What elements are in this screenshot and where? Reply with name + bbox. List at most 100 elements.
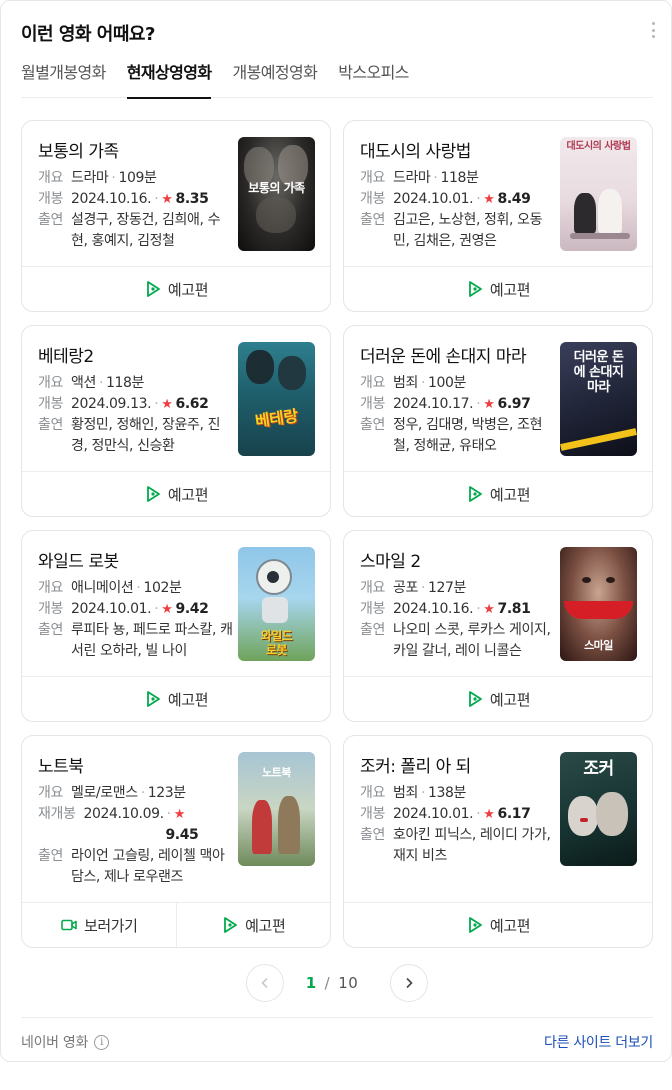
release-label: 개봉 <box>360 601 385 617</box>
trailer-button[interactable]: 예고편 <box>175 903 331 947</box>
release-label: 개봉 <box>360 191 385 207</box>
panel-title: 이런 영화 어때요? <box>21 24 155 45</box>
card-actions: 예고편 <box>344 471 652 516</box>
poster-wild-robot-image[interactable]: 와일드 로봇 <box>238 547 315 661</box>
watch-label: 보러가기 <box>83 916 138 935</box>
panel-footer: 네이버 영화 i 다른 사이트 더보기 <box>21 1017 653 1063</box>
trailer-label: 예고편 <box>489 690 531 709</box>
prev-page-button[interactable] <box>245 964 284 1002</box>
release-label: 개봉 <box>360 806 385 822</box>
movie-title[interactable]: 보통의 가족 <box>38 137 119 162</box>
poster-title-text: 조커 <box>583 759 614 779</box>
movie-title[interactable]: 와일드 로봇 <box>38 547 119 572</box>
release-date: 2024.10.01. <box>70 601 152 617</box>
rating: 8.35 <box>175 191 209 207</box>
trailer-button[interactable]: 예고편 <box>344 903 652 947</box>
trailer-label: 예고편 <box>167 485 209 504</box>
trailer-button[interactable]: 예고편 <box>344 267 652 311</box>
video-camera-icon <box>61 919 77 931</box>
movie-card-body[interactable]: 노트북 개요 멜로/로맨스 · 123분 재개봉 2024.10.09. · ★ 9.45 출… <box>22 736 330 904</box>
trailer-label: 예고편 <box>489 485 531 504</box>
release-date: 2024.10.16. <box>70 191 152 207</box>
movie-card: 스마일 2 개요 공포 · 127분 개봉 2024.10.16. · ★ 7.81 출연 나오… <box>343 530 653 722</box>
rating: 9.42 <box>175 601 209 617</box>
total-pages: 10 <box>338 974 359 992</box>
more-options-icon[interactable] <box>651 22 655 38</box>
genre: 드라마 <box>70 170 109 186</box>
poster-smile-image[interactable]: 스마일 <box>560 547 637 661</box>
trailer-button[interactable]: 예고편 <box>344 677 652 721</box>
movie-card: 보통의 가족 개요 드라마 · 109분 개봉 2024.10.16. · ★ 8.35 출연… <box>21 120 331 312</box>
release-date: 2024.10.01. <box>392 191 474 207</box>
rating: 9.45 <box>165 827 199 843</box>
tab-upcoming[interactable]: 개봉예정영화 <box>232 53 317 98</box>
poster-notebook-image[interactable]: 노트북 <box>238 752 315 866</box>
trailer-button[interactable]: 예고편 <box>22 677 330 721</box>
poster-title-text: 노트북 <box>262 766 291 779</box>
play-icon <box>146 691 160 707</box>
trailer-button[interactable]: 예고편 <box>344 472 652 516</box>
star-icon: ★ <box>483 397 495 412</box>
trailer-button[interactable]: 예고편 <box>22 472 330 516</box>
poster-love-city-image[interactable]: 대도시의 사랑법 <box>560 137 637 251</box>
poster-veteran-image[interactable]: 베테랑 <box>238 342 315 456</box>
star-icon: ★ <box>483 192 495 207</box>
star-icon: ★ <box>161 602 173 617</box>
movie-info: 개요 멜로/로맨스 · 123분 재개봉 2024.10.09. · ★ 9.45 출연 라이언… <box>38 783 236 888</box>
play-icon <box>468 486 482 502</box>
trailer-label: 예고편 <box>489 916 531 935</box>
play-icon <box>146 281 160 297</box>
card-actions: 예고편 <box>344 902 652 947</box>
movie-title[interactable]: 노트북 <box>38 752 84 777</box>
cast-label: 출연 <box>38 417 63 433</box>
source-name: 네이버 영화 <box>21 1035 89 1051</box>
poster-dirty-money-image[interactable]: 더러운 돈에 손대지 마라 <box>560 342 637 456</box>
tab-monthly-release[interactable]: 월별개봉영화 <box>21 53 106 98</box>
info-icon[interactable]: i <box>94 1034 110 1050</box>
card-actions: 예고편 <box>22 471 330 516</box>
movie-card-body[interactable]: 더러운 돈에 손대지 마라 개요 범죄 · 100분 개봉 2024.10.17. · ★ 6… <box>344 326 652 473</box>
movie-grid: 보통의 가족 개요 드라마 · 109분 개봉 2024.10.16. · ★ 8.35 출연… <box>21 120 653 948</box>
watch-button[interactable]: 보러가기 <box>22 903 176 947</box>
tab-now-showing[interactable]: 현재상영영화 <box>126 53 212 99</box>
trailer-label: 예고편 <box>245 916 286 935</box>
summary-label: 개요 <box>38 375 63 391</box>
movie-title[interactable]: 조커: 폴리 아 되 <box>360 752 471 777</box>
cast-label: 출연 <box>360 417 385 433</box>
runtime: 123분 <box>147 785 186 801</box>
movie-title[interactable]: 베테랑2 <box>38 342 94 367</box>
poster-family-image[interactable]: 보통의 가족 <box>238 137 315 251</box>
release-label: 개봉 <box>360 396 385 412</box>
card-actions: 예고편 <box>22 266 330 311</box>
page-separator: / <box>324 974 331 992</box>
movie-card-body[interactable]: 대도시의 사랑법 개요 드라마 · 118분 개봉 2024.10.01. · ★ 8.49 … <box>344 121 652 268</box>
movie-card-body[interactable]: 베테랑2 개요 액션 · 118분 개봉 2024.09.13. · ★ 6.62 출연 황정민… <box>22 326 330 473</box>
next-page-button[interactable] <box>390 964 429 1002</box>
trailer-label: 예고편 <box>167 280 209 299</box>
poster-title-text: 대도시의 사랑법 <box>566 141 631 152</box>
movie-info: 개요 드라마 · 118분 개봉 2024.10.01. · ★ 8.49 출연 김고은, 노상… <box>360 168 558 252</box>
movie-card-body[interactable]: 보통의 가족 개요 드라마 · 109분 개봉 2024.10.16. · ★ 8.35 출연… <box>22 121 330 268</box>
movie-info: 개요 드라마 · 109분 개봉 2024.10.16. · ★ 8.35 출연 설경구, 장동… <box>38 168 236 252</box>
chevron-left-icon <box>261 977 268 989</box>
more-sites-link[interactable]: 다른 사이트 더보기 <box>544 1032 653 1052</box>
play-icon <box>468 691 482 707</box>
card-actions: 예고편 <box>22 676 330 721</box>
runtime: 100분 <box>428 375 467 391</box>
movie-card-body[interactable]: 와일드 로봇 개요 애니메이션 · 102분 개봉 2024.10.01. · ★ 9.42 … <box>22 531 330 678</box>
cast-list: 나오미 스콧, 루카스 게이지, 카일 갈너, 레이 니콜슨 <box>392 622 551 659</box>
poster-title-text: 베테랑 <box>253 406 299 431</box>
movie-card-body[interactable]: 스마일 2 개요 공포 · 127분 개봉 2024.10.16. · ★ 7.81 출연 나오… <box>344 531 652 678</box>
poster-title-text: 보통의 가족 <box>248 181 305 195</box>
movie-card: 조커: 폴리 아 되 개요 범죄 · 138분 개봉 2024.10.01. · ★ 6.17… <box>343 735 653 948</box>
movie-title[interactable]: 대도시의 사랑법 <box>360 137 471 162</box>
movie-title[interactable]: 스마일 2 <box>360 547 421 572</box>
play-icon <box>224 917 238 933</box>
movie-title[interactable]: 더러운 돈에 손대지 마라 <box>360 342 527 367</box>
genre: 범죄 <box>392 785 418 801</box>
trailer-button[interactable]: 예고편 <box>22 267 330 311</box>
tab-box-office[interactable]: 박스오피스 <box>338 53 409 98</box>
movie-card-body[interactable]: 조커: 폴리 아 되 개요 범죄 · 138분 개봉 2024.10.01. · ★ 6.17… <box>344 736 652 904</box>
poster-joker-image[interactable]: 조커 <box>560 752 637 866</box>
movie-card: 베테랑2 개요 액션 · 118분 개봉 2024.09.13. · ★ 6.62 출연 황정민… <box>21 325 331 517</box>
